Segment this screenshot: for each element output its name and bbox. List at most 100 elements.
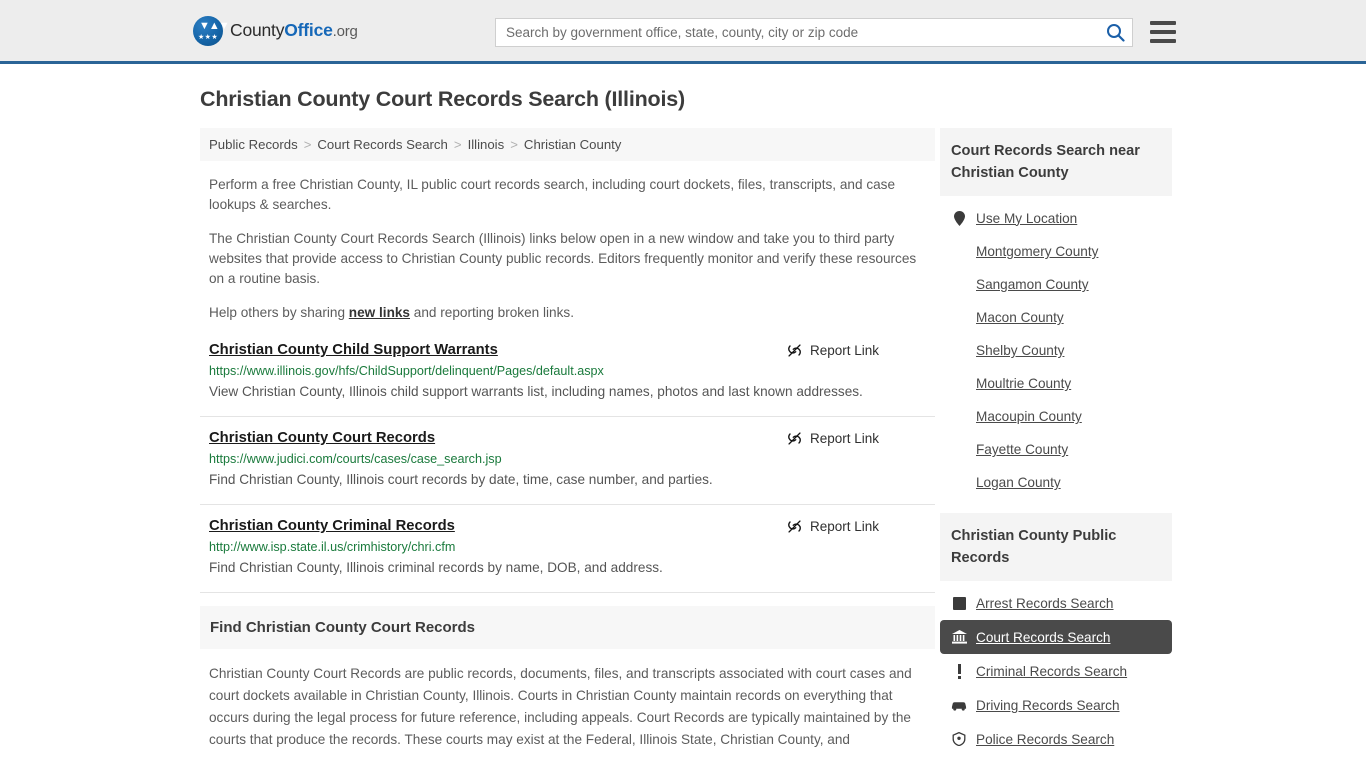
result-header: Christian County Court Records Report Li… (209, 430, 926, 446)
sidebar-link-label[interactable]: Montgomery County (976, 244, 1098, 259)
broken-link-icon (787, 344, 801, 357)
public-records-heading: Christian County Public Records (940, 513, 1172, 581)
breadcrumb: Public Records > Court Records Search > … (200, 128, 935, 161)
find-records-section: Find Christian County Court Records Chri… (200, 606, 935, 751)
intro-text: Perform a free Christian County, IL publ… (200, 175, 935, 323)
sidebar-link-label[interactable]: Macon County (976, 310, 1064, 325)
public-records-widget: Christian County Public Records Arrest R… (940, 513, 1172, 756)
result-description: Find Christian County, Illinois court re… (209, 472, 713, 487)
broken-link-icon (787, 432, 801, 445)
result-description: View Christian County, Illinois child su… (209, 384, 863, 399)
find-records-body: Christian County Court Records are publi… (209, 666, 912, 747)
hamburger-menu-icon[interactable] (1150, 21, 1176, 43)
nearby-search-heading: Court Records Search near Christian Coun… (940, 128, 1172, 196)
page-container: Christian County Court Records Search (I… (0, 64, 1366, 768)
handcuffs-icon (951, 595, 967, 611)
sidebar-item-moultrie-county[interactable]: Moultrie County (940, 367, 1172, 400)
breadcrumb-separator: > (453, 137, 462, 152)
brand-wordmark: CountyOffice.org (230, 20, 358, 41)
site-logo[interactable]: ▼▲▼ ★★★ CountyOffice.org (193, 15, 358, 46)
sidebar-item-fayette-county[interactable]: Fayette County (940, 433, 1172, 466)
report-link-label: Report Link (809, 431, 879, 446)
sidebar-link-label[interactable]: Arrest Records Search (976, 596, 1114, 611)
sidebar-link-label[interactable]: Criminal Records Search (976, 664, 1127, 679)
car-icon (951, 697, 967, 713)
sidebar-item-use-my-location[interactable]: Use My Location (940, 201, 1172, 235)
brand-part-office: Office (284, 20, 333, 40)
intro-p3-before: Help others by sharing (209, 305, 349, 320)
sidebar-item-driving-records-search[interactable]: Driving Records Search (940, 688, 1172, 722)
hamburger-bar (1150, 30, 1176, 34)
sidebar-link-label[interactable]: Fayette County (976, 442, 1068, 457)
search-icon (1106, 24, 1125, 42)
result-item: Christian County Child Support Warrants … (200, 342, 935, 417)
main-content: Public Records > Court Records Search > … (200, 128, 935, 768)
police-badge-icon (951, 731, 967, 747)
result-title-link[interactable]: Christian County Criminal Records (209, 518, 455, 534)
sidebar-link-label[interactable]: Use My Location (976, 211, 1077, 226)
report-link-button[interactable]: Report Link (787, 519, 879, 534)
breadcrumb-item-illinois[interactable]: Illinois (468, 137, 505, 152)
sidebar-item-macoupin-county[interactable]: Macoupin County (940, 400, 1172, 433)
sidebar-link-label[interactable]: Macoupin County (976, 409, 1082, 424)
result-url: http://www.isp.state.il.us/crimhistory/c… (209, 540, 456, 554)
stars-icon: ★★★ (197, 33, 219, 41)
sidebar-item-criminal-records-search[interactable]: Criminal Records Search (940, 654, 1172, 688)
sidebar-link-label[interactable]: Driving Records Search (976, 698, 1120, 713)
result-item: Christian County Criminal Records Report… (200, 518, 935, 593)
courthouse-icon (951, 629, 967, 645)
sidebar-item-police-records-search[interactable]: Police Records Search (940, 722, 1172, 756)
sidebar-link-label[interactable]: Sangamon County (976, 277, 1089, 292)
result-url: https://www.illinois.gov/hfs/ChildSuppor… (209, 364, 604, 378)
sidebar-item-macon-county[interactable]: Macon County (940, 301, 1172, 334)
report-link-label: Report Link (809, 343, 879, 358)
content-columns: Public Records > Court Records Search > … (200, 128, 1366, 768)
breadcrumb-item-christian-county: Christian County (523, 137, 622, 152)
sidebar-link-label[interactable]: Moultrie County (976, 376, 1071, 391)
sidebar-link-label[interactable]: Shelby County (976, 343, 1064, 358)
result-title-link[interactable]: Christian County Child Support Warrants (209, 342, 498, 358)
sidebar-item-sangamon-county[interactable]: Sangamon County (940, 268, 1172, 301)
result-list: Christian County Child Support Warrants … (200, 342, 935, 593)
hamburger-bar (1150, 21, 1176, 25)
intro-paragraph-3: Help others by sharing new links and rep… (209, 303, 926, 323)
sidebar-link-label[interactable]: Police Records Search (976, 732, 1114, 747)
public-records-list: Arrest Records Search Court Records Sear… (940, 581, 1172, 756)
location-pin-icon (951, 210, 967, 226)
breadcrumb-separator: > (303, 137, 312, 152)
result-description: Find Christian County, Illinois criminal… (209, 560, 663, 575)
hamburger-bar (1150, 39, 1176, 43)
sidebar-item-court-records-search[interactable]: Court Records Search (940, 620, 1172, 654)
sidebar-item-shelby-county[interactable]: Shelby County (940, 334, 1172, 367)
brand-part-county: County (230, 20, 285, 40)
result-header: Christian County Criminal Records Report… (209, 518, 926, 534)
exclamation-icon (951, 663, 967, 679)
sidebar-item-arrest-records-search[interactable]: Arrest Records Search (940, 586, 1172, 620)
result-title-link[interactable]: Christian County Court Records (209, 430, 435, 446)
breadcrumb-item-court-records-search[interactable]: Court Records Search (317, 137, 447, 152)
sidebar-link-label[interactable]: Logan County (976, 475, 1061, 490)
search-button[interactable] (1098, 19, 1132, 46)
result-item: Christian County Court Records Report Li… (200, 430, 935, 505)
sidebar-link-label[interactable]: Court Records Search (976, 630, 1110, 645)
result-url: https://www.judici.com/courts/cases/case… (209, 452, 502, 466)
new-links-link[interactable]: new links (349, 305, 410, 320)
sidebar-item-montgomery-county[interactable]: Montgomery County (940, 235, 1172, 268)
intro-p3-after: and reporting broken links. (410, 305, 574, 320)
find-records-heading: Find Christian County Court Records (200, 606, 935, 649)
brand-part-org: .org (332, 23, 358, 40)
sidebar-item-logan-county[interactable]: Logan County (940, 466, 1172, 499)
result-header: Christian County Child Support Warrants … (209, 342, 926, 358)
site-header: ▼▲▼ ★★★ CountyOffice.org (0, 0, 1366, 64)
search-bar[interactable] (495, 18, 1133, 47)
breadcrumb-separator: > (510, 137, 518, 152)
eagle-icon: ▼▲▼ (199, 19, 230, 32)
intro-paragraph-1: Perform a free Christian County, IL publ… (209, 177, 896, 212)
nearby-search-widget: Court Records Search near Christian Coun… (940, 128, 1172, 499)
nearby-search-list: Use My Location Montgomery County Sangam… (940, 196, 1172, 499)
report-link-button[interactable]: Report Link (787, 343, 879, 358)
report-link-label: Report Link (809, 519, 879, 534)
breadcrumb-item-public-records[interactable]: Public Records (209, 137, 298, 152)
report-link-button[interactable]: Report Link (787, 431, 879, 446)
search-input[interactable] (496, 19, 1098, 46)
